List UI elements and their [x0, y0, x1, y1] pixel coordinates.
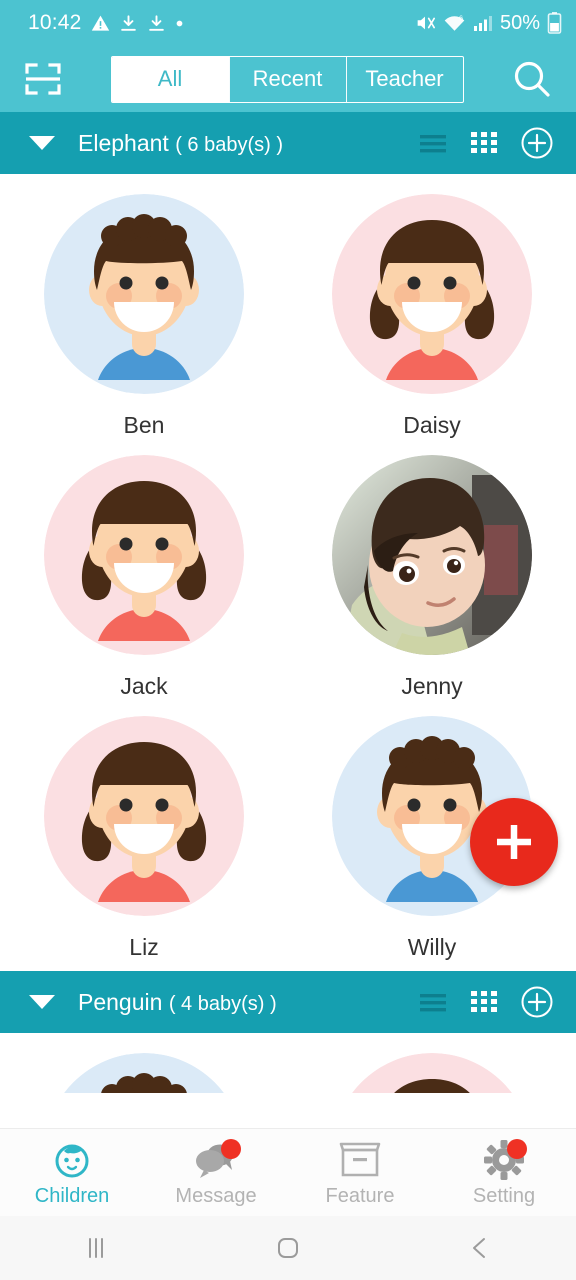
group-header-penguin[interactable]: Penguin ( 4 baby(s) ) [0, 971, 576, 1033]
list-view-icon[interactable] [418, 131, 448, 155]
avatar[interactable] [332, 455, 532, 655]
status-time: 10:42 [28, 11, 82, 34]
child-name: Jenny [401, 673, 463, 699]
girl-avatar-icon [44, 716, 244, 916]
add-child-fab[interactable] [470, 798, 558, 886]
search-icon[interactable] [504, 51, 560, 107]
tab-recent[interactable]: Recent [228, 56, 346, 102]
scan-qr-icon[interactable] [16, 52, 70, 106]
nav-label: Setting [472, 1184, 536, 1207]
avatar[interactable] [44, 716, 244, 916]
nav-label: Feature [325, 1184, 395, 1207]
child-card[interactable]: Jack [0, 449, 288, 710]
child-name: Daisy [403, 412, 461, 438]
nav-item-message[interactable]: Message [144, 1138, 288, 1208]
mute-icon [414, 12, 436, 34]
child-card[interactable] [0, 1047, 288, 1093]
group-title: Penguin ( 4 baby(s) ) [78, 989, 277, 1016]
battery-percent: 50% [499, 11, 540, 34]
gear-icon [483, 1138, 527, 1182]
status-bar: 10:42 6 50% [0, 0, 576, 46]
girl-avatar-icon [44, 455, 244, 655]
wifi-icon: 6 [443, 13, 466, 33]
home-icon[interactable] [192, 1233, 384, 1263]
tab-teacher[interactable]: Teacher [345, 56, 463, 102]
app-screen: 10:42 6 50% All Recent Teacher Elephant … [0, 0, 576, 1280]
chevron-down-icon[interactable] [28, 134, 56, 152]
child-card[interactable]: Liz [0, 710, 288, 971]
bottom-nav: Children Message Feature Setting [0, 1128, 576, 1216]
archive-box-icon [339, 1138, 381, 1182]
avatar[interactable] [44, 194, 244, 394]
group-actions [418, 985, 554, 1019]
download-icon [147, 14, 166, 33]
warning-triangle-icon [91, 14, 110, 33]
filter-tabs: All Recent Teacher [110, 55, 464, 103]
child-name: Willy [407, 934, 457, 960]
children-grid-penguin [0, 1033, 576, 1093]
status-bar-left: 10:42 [28, 11, 184, 35]
signal-icon [473, 14, 493, 32]
chevron-down-icon[interactable] [28, 993, 56, 1011]
girl-avatar-icon [352, 1053, 512, 1093]
boy-avatar-icon [44, 194, 244, 394]
nav-item-children[interactable]: Children [0, 1138, 144, 1208]
group-count: ( 4 baby(s) ) [168, 992, 277, 1015]
notification-badge [507, 1138, 527, 1159]
child-card[interactable] [288, 1047, 576, 1093]
grid-view-icon[interactable] [470, 989, 498, 1015]
nav-item-feature[interactable]: Feature [288, 1138, 432, 1208]
download-icon [119, 14, 138, 33]
child-name: Jack [120, 673, 168, 699]
boy-avatar-icon [64, 1053, 224, 1093]
child-name: Ben [123, 412, 165, 438]
child-card[interactable]: Daisy [288, 188, 576, 449]
add-circle-icon[interactable] [520, 126, 554, 160]
avatar[interactable] [44, 455, 244, 655]
add-circle-icon[interactable] [520, 985, 554, 1019]
back-icon[interactable] [384, 1234, 576, 1262]
status-bar-right: 6 50% [414, 12, 562, 35]
nav-label: Children [34, 1184, 110, 1207]
dot-icon [175, 19, 184, 28]
avatar[interactable] [332, 1053, 532, 1093]
battery-icon [547, 12, 562, 34]
svg-text:6: 6 [459, 13, 463, 22]
tab-all[interactable]: All [111, 56, 229, 102]
plus-icon [497, 825, 531, 859]
system-nav-bar [0, 1216, 576, 1280]
group-header-elephant[interactable]: Elephant ( 6 baby(s) ) [0, 112, 576, 174]
app-bar: All Recent Teacher [0, 46, 576, 112]
child-name: Liz [129, 934, 159, 960]
child-card[interactable]: Jenny [288, 449, 576, 710]
nav-item-setting[interactable]: Setting [432, 1138, 576, 1208]
avatar[interactable] [332, 194, 532, 394]
group-name: Penguin [78, 988, 163, 1015]
nav-label: Message [175, 1184, 257, 1207]
child-photo [332, 455, 532, 655]
grid-view-icon[interactable] [470, 130, 498, 156]
group-title: Elephant ( 6 baby(s) ) [78, 130, 283, 157]
child-card[interactable]: Ben [0, 188, 288, 449]
children-list[interactable]: Elephant ( 6 baby(s) ) Ben Daisy Jack Je… [0, 112, 576, 1128]
notification-badge [221, 1138, 241, 1159]
list-view-icon[interactable] [418, 990, 448, 1014]
girl-avatar-icon [332, 194, 532, 394]
group-actions [418, 126, 554, 160]
group-name: Elephant [78, 129, 169, 156]
recents-icon[interactable] [0, 1234, 192, 1262]
avatar[interactable] [44, 1053, 244, 1093]
chat-bubbles-icon [193, 1138, 241, 1182]
baby-face-icon [51, 1138, 93, 1182]
group-count: ( 6 baby(s) ) [175, 133, 284, 156]
